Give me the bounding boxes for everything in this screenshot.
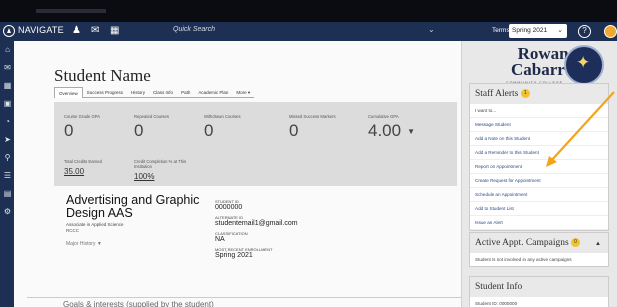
home-icon[interactable]: ⌂ [3, 45, 12, 54]
arrow-shaft [549, 91, 615, 163]
classification-value: NA [215, 236, 225, 243]
alternate-id-value: studentemail1@gmail.com [215, 220, 298, 227]
list-icon[interactable]: ☰ [3, 171, 12, 180]
tab-class-info[interactable]: Class Info [149, 87, 178, 98]
term-select[interactable]: Spring 2021 ⌄ [509, 24, 567, 38]
active-campaigns-card: Active Appt. Campaigns 0 ▲ Student is no… [469, 232, 609, 267]
tab-history[interactable]: History [127, 87, 150, 98]
cumulative-gpa-value: 4.00 [368, 121, 402, 140]
help-icon[interactable]: ? [578, 25, 591, 38]
major-history-toggle[interactable]: Major History ▼ [66, 241, 216, 247]
pin-icon[interactable]: ➤ [3, 135, 12, 144]
stat-missed-markers: Missed Success Markers 0 [289, 114, 339, 141]
left-rail: ⌂ ✉ ▦ ▣ ◔ ➤ ⚲ ☰ ▤ ⚙ [0, 41, 14, 307]
college-seal-icon [564, 45, 604, 85]
stat-label: Course Grade GPA [64, 114, 100, 119]
program-title: Advertising and Graphic Design AAS [66, 193, 200, 220]
avatar[interactable] [604, 25, 617, 38]
active-campaigns-header[interactable]: Active Appt. Campaigns 0 ▲ [470, 233, 608, 253]
stat-label: Total Credits Earned [64, 159, 102, 164]
staff-alerts-badge: 1 [520, 89, 530, 99]
staff-alerts-title: Staff Alerts [475, 89, 519, 99]
student-info-header: Student Info [470, 277, 608, 297]
schedule-appointment-link[interactable]: Schedule an Appointment [470, 188, 608, 202]
student-identifiers: STUDENT ID 0000000 ALTERNATE ID studente… [215, 199, 298, 263]
stat-value: 0 [289, 121, 299, 140]
stats-panel: Course Grade GPA 0 Repeated Courses 0 Wi… [54, 102, 457, 186]
stat-value[interactable]: 100% [134, 172, 194, 181]
college-code: RCCC [66, 228, 79, 233]
stat-cumulative-gpa: Cumulative GPA 4.00 ▼ [368, 114, 418, 141]
quick-search-input[interactable]: Quick Search [173, 26, 215, 33]
people-icon[interactable]: ♟ [72, 25, 81, 37]
issue-alert-link[interactable]: Issue an Alert [470, 216, 608, 230]
tab-academic-plan[interactable]: Academic Plan [194, 87, 233, 98]
goals-section: Goals & interests (supplied by the stude… [27, 297, 461, 307]
goals-title: Goals & interests (supplied by the stude… [63, 300, 214, 307]
calendar-icon[interactable]: ▦ [3, 81, 12, 90]
caret-down-icon[interactable]: ▼ [407, 127, 415, 136]
annotation-arrow-icon [546, 91, 615, 167]
stat-label: Credit Completion % at This Institution [134, 159, 187, 169]
search-icon[interactable]: ⚲ [3, 153, 12, 162]
student-info-card: Student Info Student ID: 0000000 [469, 276, 609, 307]
tab-more[interactable]: More ▾ [232, 87, 255, 98]
navigate-logo-icon[interactable] [3, 25, 15, 37]
id-card-icon[interactable]: ▣ [3, 99, 12, 108]
mail-icon[interactable]: ✉ [91, 25, 99, 37]
stat-label: Repeated Courses [134, 114, 169, 119]
calendar-icon[interactable]: ▦ [110, 25, 119, 37]
add-to-list-link[interactable]: Add to Student List [470, 202, 608, 216]
term-value: Spring 2021 [512, 27, 548, 34]
stat-value: 0 [64, 121, 74, 140]
mail-icon[interactable]: ✉ [3, 63, 12, 72]
terms-label: Terms [492, 27, 510, 34]
reports-icon[interactable]: ▤ [3, 189, 12, 198]
stat-total-credits: Total Credits Earned 35.00 [64, 159, 114, 176]
stat-value: 0 [204, 121, 214, 140]
active-campaigns-badge: 0 [571, 238, 581, 248]
tab-path[interactable]: Path [177, 87, 195, 98]
stat-repeated: Repeated Courses 0 [134, 114, 184, 141]
navigate-label[interactable]: NAVIGATE [18, 25, 64, 35]
stat-value: 0 [134, 121, 144, 140]
campaigns-note: Student is not involved in any active ca… [475, 257, 572, 262]
stat-course-grade: Course Grade GPA 0 [64, 114, 114, 141]
degree-type: Associate in Applied Science [66, 222, 124, 227]
program-block: Advertising and Graphic Design AAS Assoc… [66, 193, 216, 248]
stat-credit-completion: Credit Completion % at This Institution … [134, 159, 194, 181]
top-nav-bar: NAVIGATE ♟ ✉ ▦ Quick Search ⌄ Terms Spri… [0, 22, 617, 41]
stat-label: Missed Success Markers [289, 114, 336, 119]
student-tabs: Overview Success Progress History Class … [54, 87, 255, 98]
browser-top-strip [0, 0, 617, 22]
browser-tab[interactable] [36, 9, 106, 13]
chevron-down-icon: ⌄ [557, 27, 563, 34]
settings-icon[interactable]: ⚙ [3, 207, 12, 216]
recent-enrollment-value: Spring 2021 [215, 252, 253, 259]
active-campaigns-title: Active Appt. Campaigns [475, 238, 569, 248]
stat-value[interactable]: 35.00 [64, 167, 114, 176]
student-info-id: Student ID: 0000000 [475, 301, 518, 306]
student-id-value: 0000000 [215, 204, 243, 211]
stat-label: Cumulative GPA [368, 114, 399, 119]
stat-label: Withdrawn Courses [204, 114, 241, 119]
chevron-down-icon[interactable]: ⌄ [428, 25, 435, 34]
stat-value[interactable]: 4.00 ▼ [368, 121, 418, 141]
stat-withdrawn: Withdrawn Courses 0 [204, 114, 254, 141]
collapse-caret-icon[interactable]: ▲ [595, 239, 601, 249]
clock-icon[interactable]: ◔ [3, 117, 12, 126]
tab-overview[interactable]: Overview [54, 87, 83, 98]
page-title: Student Name [54, 66, 151, 85]
create-request-link[interactable]: Create Request for Appointment [470, 174, 608, 188]
tab-success-progress[interactable]: Success Progress [82, 87, 128, 98]
